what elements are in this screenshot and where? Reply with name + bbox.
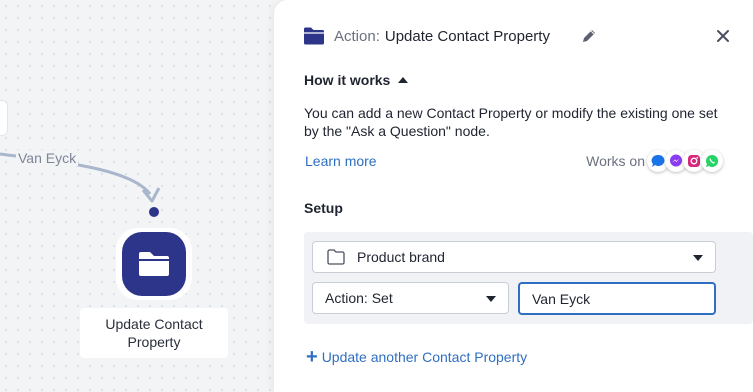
caret-up-icon (398, 77, 409, 83)
folder-icon (304, 27, 324, 45)
action-panel: Action: Update Contact Property How it w… (274, 0, 753, 392)
flow-canvas[interactable]: Van Eyck Update Contact Property (0, 0, 274, 392)
edge-label: Van Eyck (16, 150, 79, 166)
node-icon-button[interactable] (116, 228, 192, 300)
add-another-label: Update another Contact Property (321, 349, 528, 365)
how-it-works-label: How it works (304, 72, 391, 88)
works-on-label: Works on (586, 153, 645, 169)
whatsapp-icon (701, 150, 723, 172)
plus-icon: + (306, 346, 318, 368)
add-another-property-button[interactable]: + Update another Contact Property (306, 346, 528, 368)
learn-more-link[interactable]: Learn more (305, 153, 377, 169)
panel-header: Action: Update Contact Property (304, 22, 733, 50)
contact-property-value: Product brand (357, 249, 445, 265)
node-label: Update Contact Property (105, 316, 203, 350)
property-value-input[interactable] (518, 282, 716, 315)
chevron-down-icon (486, 296, 496, 302)
edit-title-pencil-icon[interactable] (580, 26, 600, 46)
how-it-works-toggle[interactable]: How it works (304, 72, 409, 88)
panel-title: Update Contact Property (384, 27, 550, 45)
contact-property-select[interactable]: Product brand (312, 241, 716, 273)
works-on: Works on (586, 150, 723, 172)
action-select-value: Action: Set (325, 290, 393, 306)
folder-outline-icon (327, 249, 345, 265)
folder-icon (122, 232, 186, 296)
chevron-down-icon (693, 255, 703, 261)
node-input-port (149, 207, 159, 217)
node-label-card[interactable]: Update Contact Property (80, 308, 228, 358)
setup-box: Product brand Action: Set (304, 232, 753, 324)
header-prefix: Action: (334, 27, 380, 45)
setup-title: Setup (304, 200, 343, 216)
how-it-works-description: You can add a new Contact Property or mo… (304, 105, 718, 139)
close-icon[interactable] (713, 26, 733, 46)
action-select[interactable]: Action: Set (312, 282, 509, 314)
